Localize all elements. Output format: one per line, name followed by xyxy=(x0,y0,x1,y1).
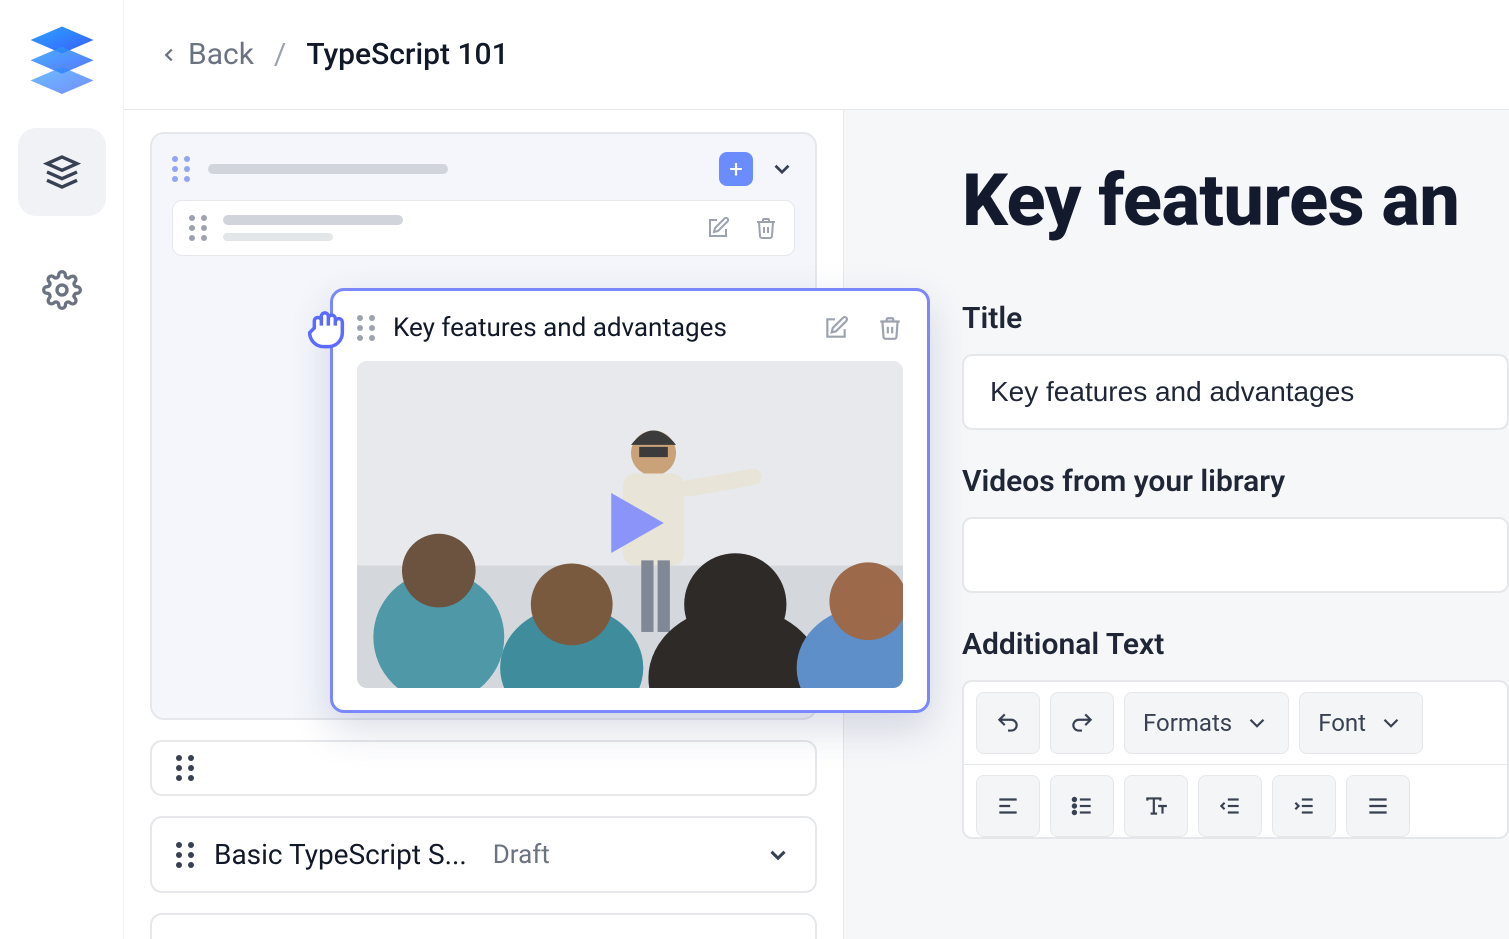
title-input[interactable] xyxy=(962,354,1509,430)
status-badge: Draft xyxy=(493,840,550,870)
drag-handle-icon[interactable] xyxy=(176,755,196,781)
text-size-button[interactable] xyxy=(1124,775,1188,837)
nav-courses[interactable] xyxy=(18,128,106,216)
trash-icon[interactable] xyxy=(877,315,903,341)
outline-drop-slot[interactable] xyxy=(150,740,817,796)
drag-handle-icon[interactable] xyxy=(189,215,209,241)
module-title-placeholder xyxy=(208,164,448,174)
font-dropdown[interactable]: Font xyxy=(1299,692,1423,754)
additional-text-label: Additional Text xyxy=(962,627,1509,662)
chapter-row[interactable]: Advanced Types in Typ... xyxy=(150,913,817,939)
breadcrumb-title: TypeScript 101 xyxy=(306,37,508,72)
drag-handle-icon[interactable] xyxy=(357,315,377,341)
chapter-title: Advanced Types in Typ... xyxy=(214,935,520,939)
grab-cursor-icon xyxy=(298,300,354,360)
lesson-details-panel: Key features an Title Videos from your l… xyxy=(844,110,1509,939)
edit-icon[interactable] xyxy=(823,315,849,341)
breadcrumb-separator: / xyxy=(270,37,290,72)
app-logo xyxy=(22,18,102,98)
redo-button[interactable] xyxy=(1050,692,1114,754)
page-title: Key features an xyxy=(962,158,1509,243)
course-outline-panel: + Basic TypeScri xyxy=(124,110,844,939)
add-lesson-button[interactable]: + xyxy=(719,152,753,186)
nav-rail xyxy=(0,0,124,939)
lesson-card-active[interactable]: Key features and advantages xyxy=(330,288,930,713)
bullet-list-button[interactable] xyxy=(1050,775,1114,837)
align-left-button[interactable] xyxy=(976,775,1040,837)
formats-dropdown[interactable]: Formats xyxy=(1124,692,1289,754)
back-button[interactable]: Back xyxy=(158,37,254,72)
title-field-label: Title xyxy=(962,301,1509,336)
lesson-title: Key features and advantages xyxy=(393,313,727,343)
play-icon xyxy=(585,478,675,572)
align-justify-button[interactable] xyxy=(1346,775,1410,837)
chevron-down-icon[interactable] xyxy=(765,842,791,868)
chevron-down-icon[interactable] xyxy=(769,156,795,182)
back-label: Back xyxy=(188,37,254,72)
undo-button[interactable] xyxy=(976,692,1040,754)
lesson-video-thumbnail[interactable] xyxy=(357,361,903,688)
nav-settings[interactable] xyxy=(18,246,106,334)
video-library-select[interactable] xyxy=(962,517,1509,593)
trash-icon[interactable] xyxy=(754,216,778,240)
drag-handle-icon[interactable] xyxy=(172,156,192,182)
chapter-title: Basic TypeScript S... xyxy=(214,838,467,871)
indent-button[interactable] xyxy=(1272,775,1336,837)
breadcrumb: Back / TypeScript 101 xyxy=(124,0,1509,110)
outdent-button[interactable] xyxy=(1198,775,1262,837)
drag-handle-icon[interactable] xyxy=(176,842,196,868)
placeholder-line xyxy=(223,233,333,241)
placeholder-line xyxy=(223,215,403,225)
chapter-row[interactable]: Basic TypeScript S... Draft xyxy=(150,816,817,893)
lesson-placeholder-row[interactable] xyxy=(172,200,795,256)
videos-field-label: Videos from your library xyxy=(962,464,1509,499)
edit-icon[interactable] xyxy=(706,216,730,240)
